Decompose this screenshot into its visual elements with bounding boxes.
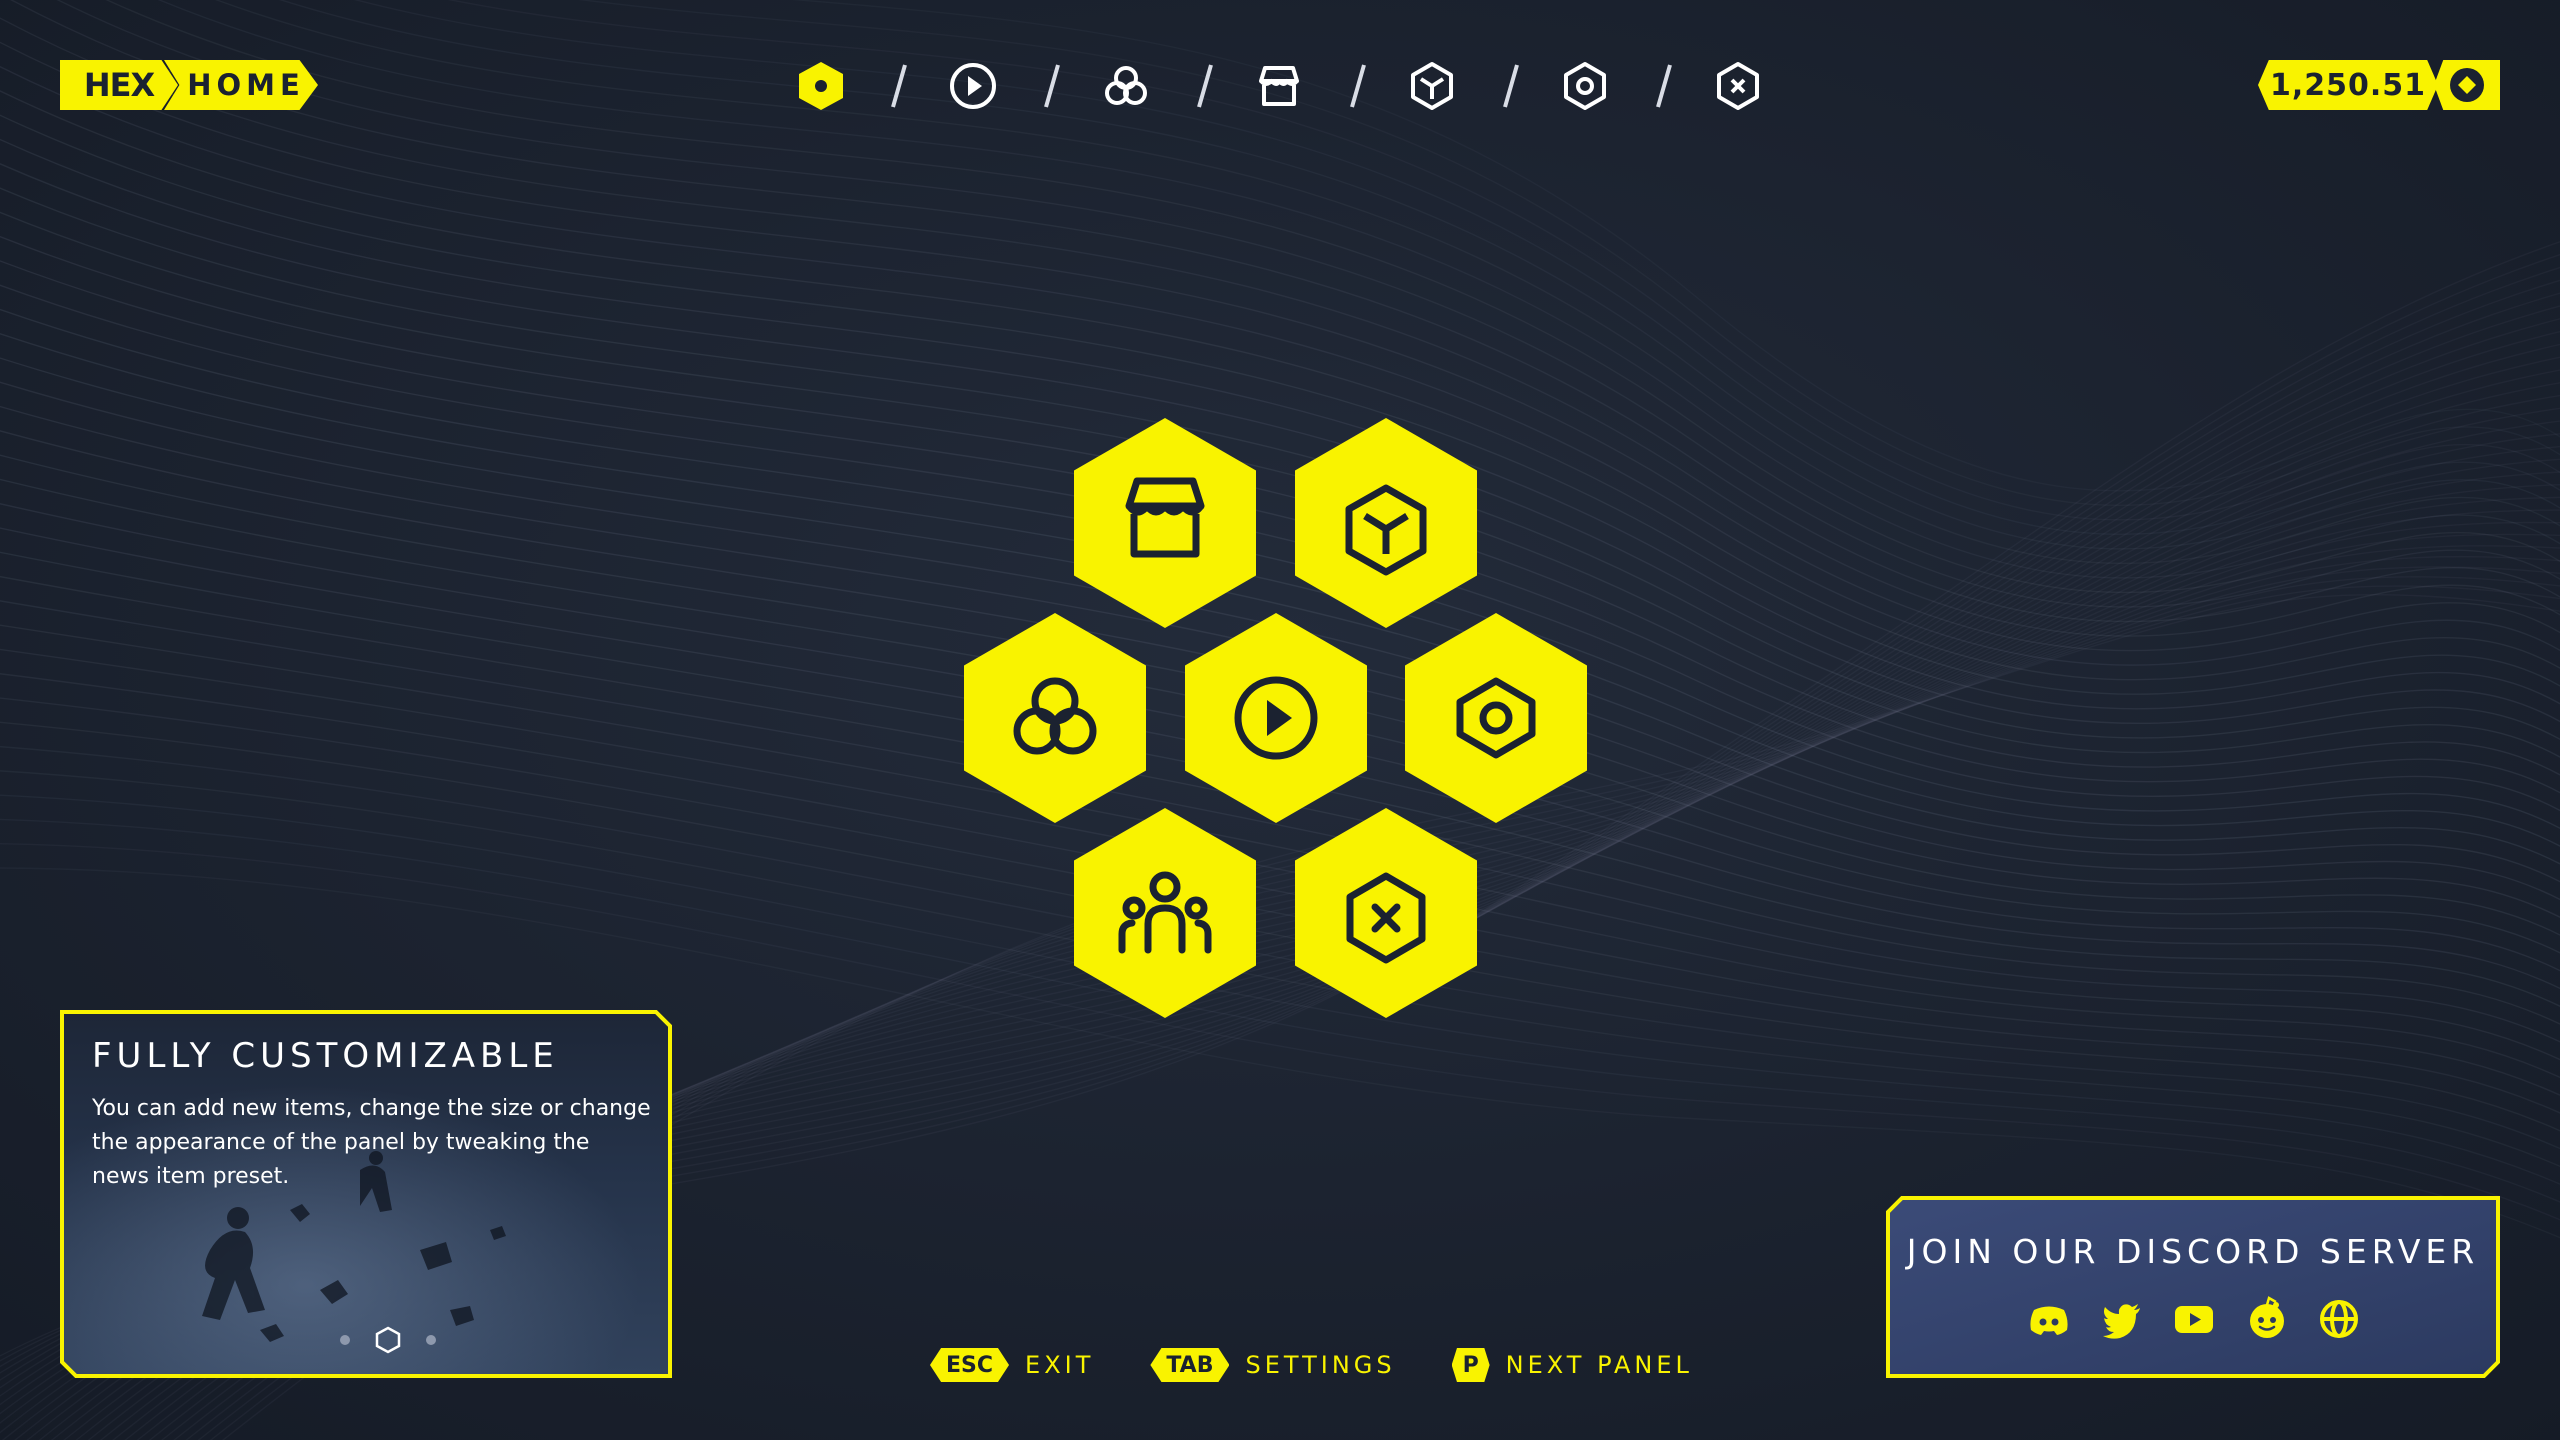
key-hints: ESC EXIT TAB SETTINGS P NEXT PANEL xyxy=(930,1344,1749,1386)
hint-next-panel-label: NEXT PANEL xyxy=(1505,1351,1693,1379)
nav-settings[interactable] xyxy=(1554,55,1616,117)
reddit-link[interactable] xyxy=(2242,1294,2292,1344)
exit-icon xyxy=(1717,62,1759,110)
key-tab: TAB xyxy=(1150,1348,1230,1382)
reddit-icon xyxy=(2249,1296,2284,1338)
youtube-link[interactable] xyxy=(2169,1294,2219,1344)
cube-icon xyxy=(1411,62,1453,110)
news-page-dot-active[interactable] xyxy=(375,1326,401,1354)
hint-settings-label: SETTINGS xyxy=(1245,1351,1396,1379)
news-panel[interactable]: FULLY CUSTOMIZABLE You can add new items… xyxy=(60,1010,672,1378)
twitter-link[interactable] xyxy=(2097,1294,2147,1344)
hint-exit-label: EXIT xyxy=(1025,1351,1095,1379)
nav-circles[interactable] xyxy=(1095,55,1157,117)
discord-title: JOIN OUR DISCORD SERVER xyxy=(1906,1232,2480,1271)
key-esc: ESC xyxy=(930,1348,1010,1382)
hex-menu-exit[interactable] xyxy=(1295,808,1477,1018)
nav-separator xyxy=(1656,64,1672,108)
nav-separator xyxy=(1503,64,1519,108)
circles-icon xyxy=(1105,66,1147,105)
twitter-icon xyxy=(2102,1304,2140,1339)
discord-panel[interactable]: JOIN OUR DISCORD SERVER xyxy=(1886,1196,2500,1378)
news-pagination xyxy=(340,1326,436,1354)
hex-menu-play[interactable] xyxy=(1185,613,1367,823)
nav-store[interactable] xyxy=(1248,55,1310,117)
nav-separator xyxy=(1044,64,1060,108)
home-logo[interactable]: HEX HOME xyxy=(60,60,318,110)
news-body: You can add new items, change the size o… xyxy=(92,1096,651,1189)
hint-exit[interactable]: ESC EXIT xyxy=(930,1348,1094,1382)
play-icon xyxy=(950,63,996,109)
nav-cube[interactable] xyxy=(1401,55,1463,117)
store-icon xyxy=(1259,66,1299,106)
discord-icon xyxy=(2030,1306,2068,1335)
discord-panel-frame xyxy=(1886,1196,2500,1378)
hint-next-panel[interactable]: P NEXT PANEL xyxy=(1451,1348,1693,1382)
hint-settings[interactable]: TAB SETTINGS xyxy=(1150,1348,1395,1382)
top-navigation xyxy=(790,55,1759,117)
hex-menu-settings[interactable] xyxy=(1405,613,1587,823)
key-p: P xyxy=(1451,1348,1490,1382)
globe-icon xyxy=(2320,1300,2358,1338)
social-links xyxy=(2024,1294,2364,1344)
currency-amount: 1,250.51 xyxy=(2258,60,2438,110)
nav-home[interactable] xyxy=(790,55,852,117)
logo-brand: HEX xyxy=(60,60,178,110)
settings-hex-icon xyxy=(1564,62,1606,110)
currency-display: 1,250.51 xyxy=(2258,60,2500,110)
hex-menu-store[interactable] xyxy=(1074,418,1256,628)
nav-exit[interactable] xyxy=(1707,55,1769,117)
nav-separator xyxy=(1350,64,1366,108)
hex-menu-cube[interactable] xyxy=(1295,418,1477,628)
hex-menu-circles[interactable] xyxy=(964,613,1146,823)
news-title: FULLY CUSTOMIZABLE xyxy=(92,1036,559,1076)
hex-menu-friends[interactable] xyxy=(1074,808,1256,1018)
youtube-icon xyxy=(2175,1306,2213,1333)
website-link[interactable] xyxy=(2314,1294,2364,1344)
nav-play[interactable] xyxy=(942,55,1004,117)
nav-separator xyxy=(891,64,907,108)
coin-icon xyxy=(2450,68,2484,102)
news-page-dot[interactable] xyxy=(426,1335,436,1345)
nav-separator xyxy=(1197,64,1213,108)
news-page-dot[interactable] xyxy=(340,1335,350,1345)
home-hex-icon xyxy=(799,62,843,110)
discord-link[interactable] xyxy=(2024,1294,2074,1344)
page-title: HOME xyxy=(164,60,318,110)
